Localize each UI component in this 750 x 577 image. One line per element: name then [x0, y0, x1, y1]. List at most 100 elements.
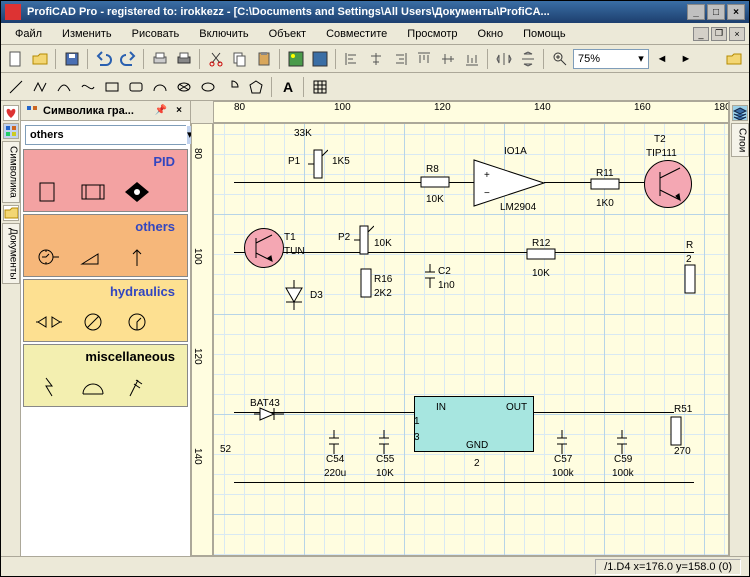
image2-button[interactable] [309, 48, 331, 70]
menu-draw[interactable]: Рисовать [122, 26, 190, 42]
canvas-area: 80 100 120 140 160 180 80 100 120 140 [191, 101, 729, 556]
zoom-button[interactable] [549, 48, 571, 70]
others-symbol-3[interactable] [120, 242, 154, 272]
cut-button[interactable] [205, 48, 227, 70]
align-top-button[interactable] [413, 48, 435, 70]
category-misc[interactable]: miscellaneous [23, 344, 188, 407]
resistor-r16[interactable] [360, 268, 372, 298]
resistor-r8[interactable] [420, 176, 450, 188]
bezier-tool[interactable] [77, 76, 99, 98]
undo-button[interactable] [93, 48, 115, 70]
arc-tool[interactable] [149, 76, 171, 98]
menu-help[interactable]: Помощь [513, 26, 576, 42]
hyd-symbol-2[interactable] [76, 307, 110, 337]
copy-button[interactable] [229, 48, 251, 70]
redo-button[interactable] [117, 48, 139, 70]
text-tool[interactable]: A [277, 76, 299, 98]
mdi-minimize-button[interactable]: _ [693, 27, 709, 41]
rect-tool[interactable] [101, 76, 123, 98]
cap-c59[interactable] [616, 430, 628, 454]
cap-c54[interactable] [328, 430, 340, 454]
resistor-r51[interactable] [670, 416, 682, 446]
resistor-r11[interactable] [590, 178, 620, 190]
roundrect-tool[interactable] [125, 76, 147, 98]
cap-c55[interactable] [378, 430, 390, 454]
hyd-symbol-3[interactable] [120, 307, 154, 337]
pid-symbol-2[interactable] [76, 177, 110, 207]
documents-tab[interactable]: Документы [2, 223, 20, 285]
mdi-close-button[interactable]: × [729, 27, 745, 41]
symbols-tab[interactable]: Символика [2, 141, 20, 203]
pin-icon[interactable]: 📌 [154, 104, 168, 118]
ellipse-tool[interactable] [197, 76, 219, 98]
zoom-input[interactable] [574, 53, 634, 65]
category-others[interactable]: others [23, 214, 188, 277]
save-button[interactable] [61, 48, 83, 70]
arrow-right-button[interactable]: ► [675, 48, 697, 70]
schematic-label: P1 [288, 156, 300, 167]
layers-tab[interactable]: Слои [731, 123, 749, 157]
line-tool[interactable] [5, 76, 27, 98]
print-button[interactable] [173, 48, 195, 70]
pot-p2[interactable] [354, 220, 374, 260]
opamp-io1a[interactable] [472, 158, 546, 208]
menu-edit[interactable]: Изменить [52, 26, 122, 42]
category-pid[interactable]: PID [23, 149, 188, 212]
category-input[interactable] [26, 126, 187, 144]
folder-button[interactable] [723, 48, 745, 70]
menu-file[interactable]: Файл [5, 26, 52, 42]
pot-p1[interactable] [308, 144, 328, 184]
menu-align[interactable]: Совместите [316, 26, 397, 42]
heart-icon[interactable] [3, 105, 19, 121]
menu-window[interactable]: Окно [468, 26, 514, 42]
open-button[interactable] [29, 48, 51, 70]
cap-c2[interactable] [424, 264, 436, 288]
polyline-tool[interactable] [29, 76, 51, 98]
layers-tab-icon[interactable] [732, 105, 748, 121]
grid-toggle[interactable] [309, 76, 331, 98]
misc-symbol-1[interactable] [32, 372, 66, 402]
align-center-v-button[interactable] [437, 48, 459, 70]
pid-symbol-1[interactable] [32, 177, 66, 207]
maximize-button[interactable]: □ [707, 4, 725, 20]
minimize-button[interactable]: _ [687, 4, 705, 20]
documents-tab-icon[interactable] [3, 205, 19, 221]
resistor-r12[interactable] [526, 248, 556, 260]
mdi-restore-button[interactable]: ❐ [711, 27, 727, 41]
hyd-symbol-1[interactable] [32, 307, 66, 337]
category-hydraulics[interactable]: hydraulics [23, 279, 188, 342]
misc-symbol-2[interactable] [76, 372, 110, 402]
symbols-tab-icon[interactable] [3, 123, 19, 139]
close-button[interactable]: × [727, 4, 745, 20]
image1-button[interactable] [285, 48, 307, 70]
menu-view[interactable]: Просмотр [397, 26, 467, 42]
cap-c57[interactable] [556, 430, 568, 454]
others-symbol-2[interactable] [76, 242, 110, 272]
resistor-r[interactable] [684, 264, 696, 294]
menu-object[interactable]: Объект [259, 26, 316, 42]
menu-insert[interactable]: Включить [189, 26, 258, 42]
pid-symbol-3[interactable] [120, 177, 154, 207]
print-preview-button[interactable] [149, 48, 171, 70]
align-bottom-button[interactable] [461, 48, 483, 70]
curve-tool[interactable] [53, 76, 75, 98]
drawing-canvas[interactable]: 33KP11K5R810KIO1A+−LM2904R111K0T2TIP111T… [213, 123, 729, 556]
zoom-combo[interactable]: ▾ [573, 49, 649, 69]
flip-h-button[interactable] [493, 48, 515, 70]
align-left-button[interactable] [341, 48, 363, 70]
pie-tool[interactable] [221, 76, 243, 98]
panel-close-icon[interactable]: × [172, 104, 186, 118]
category-dropdown[interactable]: ▾ [25, 125, 186, 145]
arrow-left-button[interactable]: ◄ [651, 48, 673, 70]
polygon-tool[interactable] [245, 76, 267, 98]
align-right-button[interactable] [389, 48, 411, 70]
misc-symbol-3[interactable] [120, 372, 154, 402]
paste-button[interactable] [253, 48, 275, 70]
new-button[interactable] [5, 48, 27, 70]
cross-ellipse-tool[interactable] [173, 76, 195, 98]
chevron-down-icon[interactable]: ▾ [634, 52, 648, 65]
diode-d3[interactable] [284, 280, 304, 310]
align-center-h-button[interactable] [365, 48, 387, 70]
flip-v-button[interactable] [517, 48, 539, 70]
others-symbol-1[interactable] [32, 242, 66, 272]
